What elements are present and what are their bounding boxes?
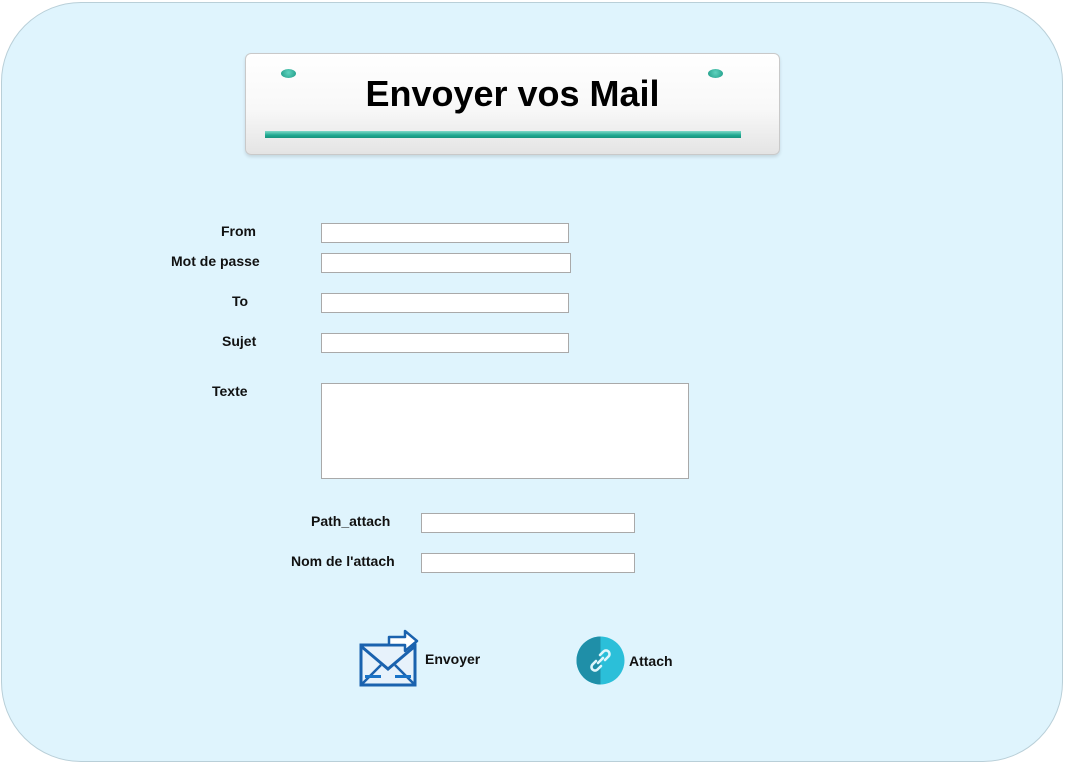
from-field[interactable] [321,223,569,243]
subject-field[interactable] [321,333,569,353]
title-underline [265,131,741,138]
to-label: To [232,293,249,309]
attach-name-field[interactable] [421,553,635,573]
password-field[interactable] [321,253,571,273]
attach-button[interactable]: Attach [629,653,673,669]
attach-name-label: Nom de l'attach [291,553,395,569]
to-field[interactable] [321,293,569,313]
subject-label: Sujet [222,333,257,349]
send-mail-icon[interactable] [359,629,419,689]
title-banner: Envoyer vos Mail [245,53,780,155]
path-attach-label: Path_attach [311,513,391,529]
path-attach-field[interactable] [421,513,635,533]
send-button[interactable]: Envoyer [425,651,480,667]
body-label: Texte [212,383,248,399]
body-textarea[interactable] [321,383,689,479]
link-icon[interactable] [576,636,625,685]
page-title: Envoyer vos Mail [365,73,660,114]
from-label: From [221,223,256,239]
password-label: Mot de passe [171,253,260,269]
